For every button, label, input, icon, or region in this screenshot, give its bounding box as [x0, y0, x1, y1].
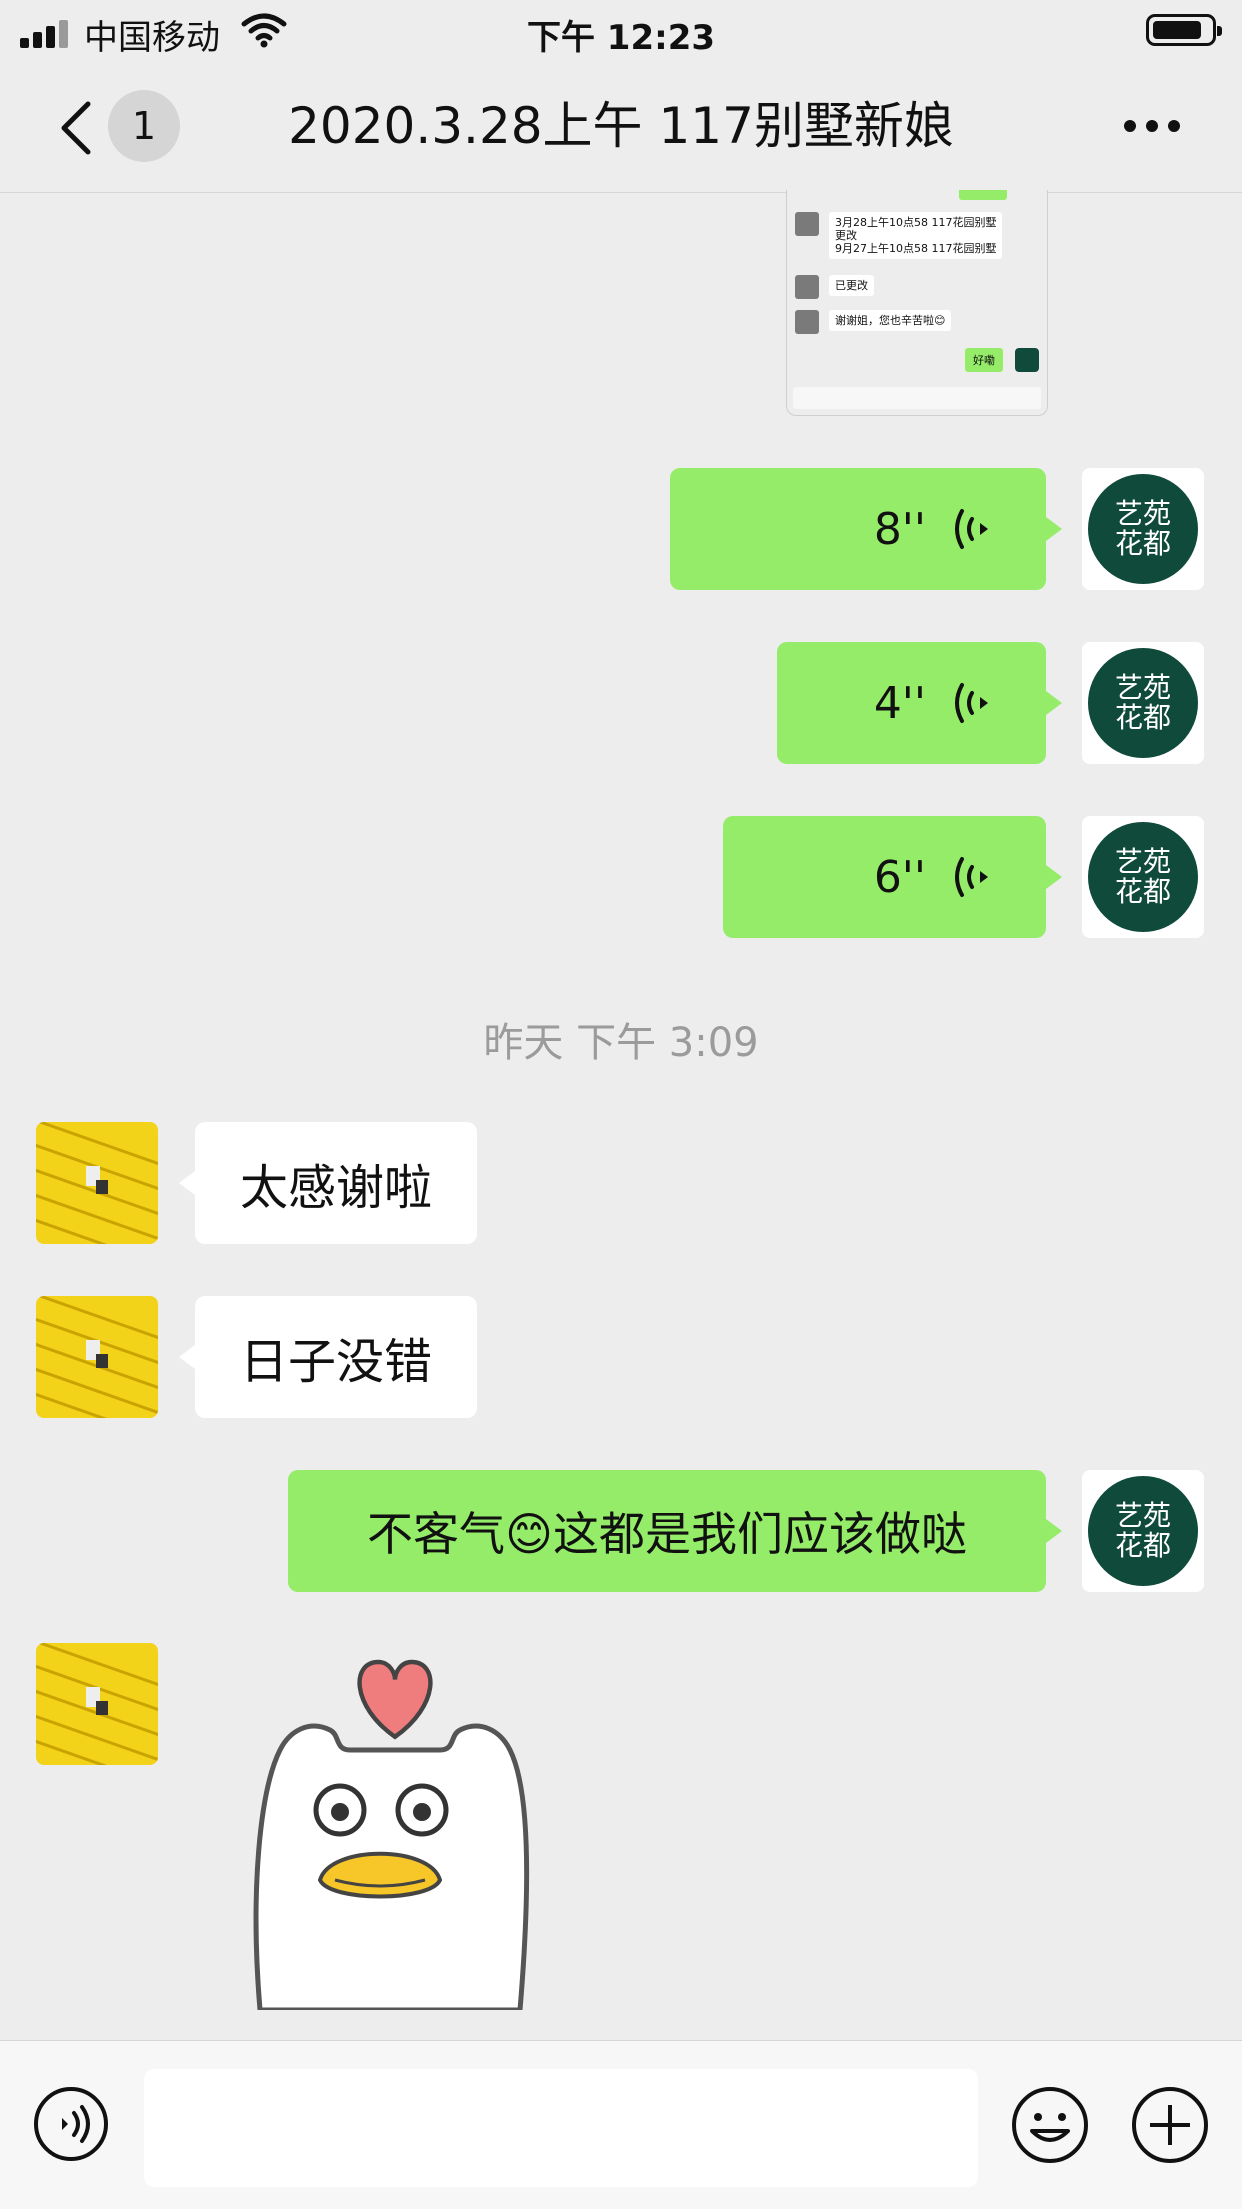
message-timestamp: 昨天 下午 3:09	[483, 1020, 759, 1066]
mini-message-row: 谢谢姐，您也辛苦啦😊	[795, 310, 952, 334]
contact-avatar[interactable]	[36, 1643, 158, 1765]
incoming-message-bubble[interactable]: 日子没错	[179, 1296, 477, 1418]
voice-duration: 4''	[873, 677, 926, 729]
voice-wave-icon	[955, 857, 988, 897]
own-avatar[interactable]: 艺苑 花都	[1082, 816, 1204, 938]
flower-logo: 艺苑 花都	[1088, 822, 1198, 932]
mini-message: 谢谢姐，您也辛苦啦😊	[829, 310, 952, 331]
logo-text-line1: 艺苑	[1114, 497, 1171, 530]
unread-count-badge[interactable]: 1	[108, 90, 180, 162]
flower-logo: 艺苑 花都	[1088, 474, 1198, 584]
mini-own-reply: 好嘞	[965, 348, 1003, 372]
logo-text-line2: 花都	[1114, 1529, 1171, 1562]
clock: 下午 12:23	[526, 18, 716, 58]
mini-logo-avatar	[1015, 348, 1039, 372]
status-bar: 中国移动 下午 12:23	[0, 0, 1242, 60]
corn-avatar-image	[36, 1296, 158, 1418]
corn-avatar-image	[36, 1643, 158, 1765]
flower-logo: 艺苑 花都	[1088, 648, 1198, 758]
battery-icon	[1146, 14, 1222, 46]
contact-avatar[interactable]	[36, 1122, 158, 1244]
mini-message: 已更改	[829, 275, 874, 296]
logo-text-line1: 艺苑	[1114, 1499, 1171, 1532]
logo-text-line1: 艺苑	[1114, 671, 1171, 704]
voice-duration: 6''	[873, 851, 926, 903]
back-arrow-icon[interactable]	[56, 100, 96, 156]
message-text: 不客气😊这都是我们应该做哒	[367, 1507, 967, 1561]
mini-input-bar	[793, 387, 1041, 409]
own-avatar[interactable]: 艺苑 花都	[1082, 642, 1204, 764]
mini-avatar	[795, 212, 819, 236]
voice-wave-icon	[955, 683, 988, 723]
voice-duration: 8''	[873, 503, 926, 555]
chat-header: 2020.3.28上午 117别墅新娘 1	[0, 60, 1242, 193]
voice-wave-icon	[955, 509, 988, 549]
emoji-icon[interactable]	[1010, 2085, 1090, 2165]
chat-title[interactable]: 2020.3.28上午 117别墅新娘	[0, 60, 1242, 192]
contact-avatar[interactable]	[36, 1296, 158, 1418]
corn-avatar-image	[36, 1122, 158, 1244]
flower-logo: 艺苑 花都	[1088, 1476, 1198, 1586]
mini-bubble-cutoff	[959, 190, 1007, 200]
outgoing-message-bubble[interactable]: 不客气😊这都是我们应该做哒	[288, 1470, 1062, 1592]
mini-avatar	[795, 310, 819, 334]
own-avatar[interactable]: 艺苑 花都	[1082, 1470, 1204, 1592]
mini-message-row: 3月28上午10点58 117花园别墅 更改 9月27上午10点58 117花园…	[795, 212, 1003, 259]
logo-text-line2: 花都	[1114, 527, 1171, 560]
own-avatar[interactable]: 艺苑 花都	[1082, 468, 1204, 590]
voice-message-bubble[interactable]: 8''	[670, 468, 1062, 590]
incoming-message-bubble[interactable]: 太感谢啦	[179, 1122, 477, 1244]
plus-icon[interactable]	[1130, 2085, 1210, 2165]
message-text: 日子没错	[239, 1334, 432, 1390]
mini-message-row: 已更改	[795, 275, 874, 299]
voice-message-bubble[interactable]: 6''	[723, 816, 1062, 938]
voice-input-icon[interactable]	[32, 2085, 110, 2163]
more-options-icon[interactable]	[1122, 118, 1182, 134]
mini-message: 3月28上午10点58 117花园别墅 更改 9月27上午10点58 117花园…	[829, 212, 1003, 259]
mini-avatar	[795, 275, 819, 299]
voice-message-bubble[interactable]: 4''	[777, 642, 1062, 764]
shared-screenshot-image[interactable]: 3月28上午10点58 117花园别墅 更改 9月27上午10点58 117花园…	[786, 190, 1048, 416]
logo-text-line1: 艺苑	[1114, 845, 1171, 878]
message-text: 太感谢啦	[239, 1160, 432, 1216]
message-input[interactable]	[144, 2069, 978, 2187]
logo-text-line2: 花都	[1114, 701, 1171, 734]
logo-text-line2: 花都	[1114, 875, 1171, 908]
input-bar	[0, 2040, 1242, 2209]
duck-heart-sticker[interactable]	[240, 1640, 540, 2010]
